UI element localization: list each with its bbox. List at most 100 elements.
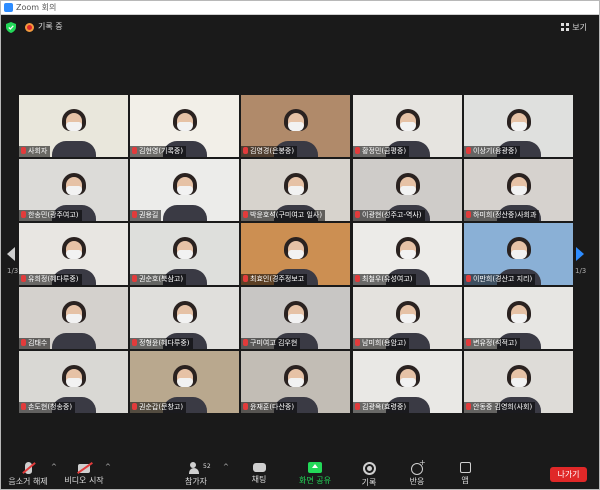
leave-button[interactable]: 나가기 (550, 467, 587, 482)
muted-microphone-icon (21, 147, 26, 154)
reactions-button[interactable]: 반응 (403, 457, 431, 489)
share-screen-label: 화면 공유 (299, 476, 331, 485)
chat-icon (252, 463, 266, 472)
previous-page-arrow-icon[interactable] (7, 247, 15, 261)
participant-tile[interactable]: 안동중 김영희(사회) (464, 351, 573, 413)
participant-mask (399, 314, 416, 323)
participant-tile[interactable]: 하미희(정산중)사회과 (464, 159, 573, 221)
participant-tile[interactable]: 이만희(경산고 지리) (464, 223, 573, 285)
participant-tile[interactable]: 남미희(용암고) (353, 287, 462, 349)
record-label: 기록 (361, 478, 377, 487)
muted-microphone-icon (132, 403, 137, 410)
participant-name-bar: 손도현(청송중) (19, 402, 76, 413)
page-indicator-left: 1/3 (7, 267, 19, 275)
participant-mask (176, 314, 193, 323)
participant-mask (65, 122, 82, 131)
next-page-arrow-icon[interactable] (576, 247, 584, 261)
participant-mask (399, 250, 416, 259)
participant-tile[interactable]: 정형윤(혜다루중) (130, 287, 239, 349)
participant-mask (176, 186, 193, 195)
apps-icon (459, 462, 471, 473)
record-icon (362, 462, 376, 475)
participant-name-bar: 한송민(광주여고) (19, 210, 82, 221)
view-button[interactable]: 보기 (557, 21, 591, 35)
participant-tile[interactable]: 이상기(융광중) (464, 95, 573, 157)
participant-tile[interactable]: 손도현(청송중) (19, 351, 128, 413)
participant-name: 한송민(광주여고) (28, 211, 79, 219)
participants-button[interactable]: 52 참가자 ^ (181, 457, 229, 489)
participant-tile[interactable]: 윤재훈(다산중) (241, 351, 350, 413)
participant-name: 최철우(유성여고) (362, 275, 413, 283)
unmute-button[interactable]: 음소거 해제 ^ (7, 457, 57, 489)
participant-tile[interactable]: 김현영(기록중) (130, 95, 239, 157)
participant-name: 황정민(금평중) (362, 147, 407, 155)
participant-tile[interactable]: 김영경(은봉중) (241, 95, 350, 157)
chat-label: 채팅 (251, 475, 267, 484)
participant-name: 유희정(혜다루중) (28, 275, 79, 283)
muted-microphone-icon (132, 147, 137, 154)
participant-tile[interactable]: 권용길 (130, 159, 239, 221)
participant-name-bar: 권순호(북삼고) (130, 274, 187, 285)
participant-body (51, 333, 96, 349)
participants-options-chevron-icon[interactable]: ^ (223, 463, 229, 471)
record-button[interactable]: 기록 (355, 457, 383, 489)
muted-microphone-icon (243, 403, 248, 410)
meeting-toolbar: 음소거 해제 ^ 비디오 시작 ^ 52 참가자 ^ 채팅 화면 공유 기록 반… (1, 457, 599, 489)
muted-microphone-icon (466, 147, 471, 154)
participant-tile[interactable]: 권순갑(문창고) (130, 351, 239, 413)
participant-name-bar: 이만희(경산고 지리) (464, 274, 536, 285)
muted-microphone-icon (243, 275, 248, 282)
participant-name-bar: 이광현(성주고-역사) (353, 210, 425, 221)
muted-microphone-icon (355, 403, 360, 410)
participant-name-bar: 김광옥(효령중) (353, 402, 410, 413)
participant-name-bar: 황정민(금평중) (353, 146, 410, 157)
muted-microphone-icon (355, 211, 360, 218)
participant-tile[interactable]: 박윤호석(구미여고 일사) (241, 159, 350, 221)
muted-microphone-icon (243, 147, 248, 154)
muted-microphone-icon (355, 275, 360, 282)
participant-tile[interactable]: 최철우(유성여고) (353, 223, 462, 285)
participant-mask (510, 186, 527, 195)
participant-tile[interactable]: 권순호(북삼고) (130, 223, 239, 285)
participant-mask (176, 378, 193, 387)
participant-name-bar: 김영경(은봉중) (241, 146, 298, 157)
participant-tile[interactable]: 최효인(경주정보고 (241, 223, 350, 285)
muted-microphone-icon (21, 339, 26, 346)
participant-name-bar: 하미희(정산중)사회과 (464, 210, 540, 221)
participant-tile[interactable]: 황정민(금평중) (353, 95, 462, 157)
video-options-chevron-icon[interactable]: ^ (105, 463, 111, 471)
start-video-label: 비디오 시작 (64, 476, 104, 485)
participant-tile[interactable]: 변유정(석적고) (464, 287, 573, 349)
page-indicator-right: 1/3 (575, 267, 587, 275)
participant-name-bar: 최철우(유성여고) (353, 274, 416, 285)
chat-button[interactable]: 채팅 (245, 457, 273, 489)
muted-microphone-icon (21, 211, 26, 218)
participant-tile[interactable]: 사회자 (19, 95, 128, 157)
participant-tile[interactable]: 구미여고 김우현 (241, 287, 350, 349)
participant-mask (287, 314, 304, 323)
participant-tile[interactable]: 김태수 (19, 287, 128, 349)
participant-mask (65, 250, 82, 259)
participants-count: 52 (203, 463, 211, 470)
participant-tile[interactable]: 유희정(혜다루중) (19, 223, 128, 285)
participant-tile[interactable]: 한송민(광주여고) (19, 159, 128, 221)
apps-button[interactable]: 앱 (453, 457, 477, 489)
reactions-label: 반응 (409, 477, 425, 486)
window-title: Zoom 회의 (16, 3, 57, 12)
shield-icon[interactable] (6, 22, 16, 33)
participant-tile[interactable]: 김광옥(효령중) (353, 351, 462, 413)
participant-body (162, 205, 207, 221)
participant-name: 박윤호석(구미여고 일사) (250, 211, 323, 219)
muted-microphone-icon (132, 339, 137, 346)
audio-options-chevron-icon[interactable]: ^ (51, 463, 57, 471)
zoom-logo-icon (4, 3, 13, 12)
muted-microphone-icon (355, 339, 360, 346)
participant-tile[interactable]: 이광현(성주고-역사) (353, 159, 462, 221)
participant-mask (287, 250, 304, 259)
share-screen-button[interactable]: 화면 공유 (295, 457, 335, 489)
start-video-button[interactable]: 비디오 시작 ^ (63, 457, 111, 489)
video-gallery: 사회자 김현영(기록중) 김영경(은봉중) 황정민(금평중) 이상기(융광중) 한송민(광… (19, 95, 573, 415)
participant-name: 김태수 (28, 339, 48, 347)
participant-mask (65, 378, 82, 387)
participant-mask (65, 186, 82, 195)
